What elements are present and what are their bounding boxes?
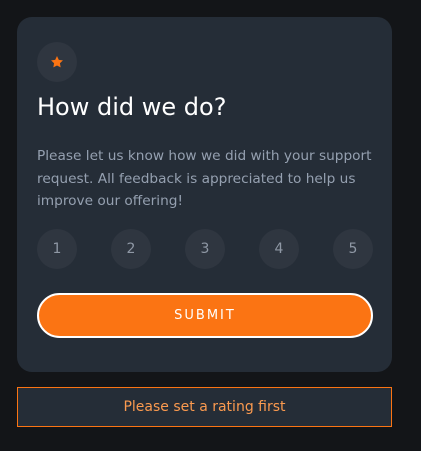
validation-message: Please set a rating first <box>17 387 392 427</box>
rating-card: How did we do? Please let us know how we… <box>17 17 392 372</box>
rating-3-button[interactable]: 3 <box>185 229 225 269</box>
rating-2-button[interactable]: 2 <box>111 229 151 269</box>
star-icon <box>51 56 63 68</box>
rating-4-button[interactable]: 4 <box>259 229 299 269</box>
rating-1-button[interactable]: 1 <box>37 229 77 269</box>
submit-button[interactable]: SUBMIT <box>37 293 373 338</box>
rating-5-button[interactable]: 5 <box>333 229 373 269</box>
rating-options: 1 2 3 4 5 <box>37 229 373 269</box>
star-badge <box>37 42 77 82</box>
card-title: How did we do? <box>37 93 227 121</box>
card-description: Please let us know how we did with your … <box>37 148 372 209</box>
